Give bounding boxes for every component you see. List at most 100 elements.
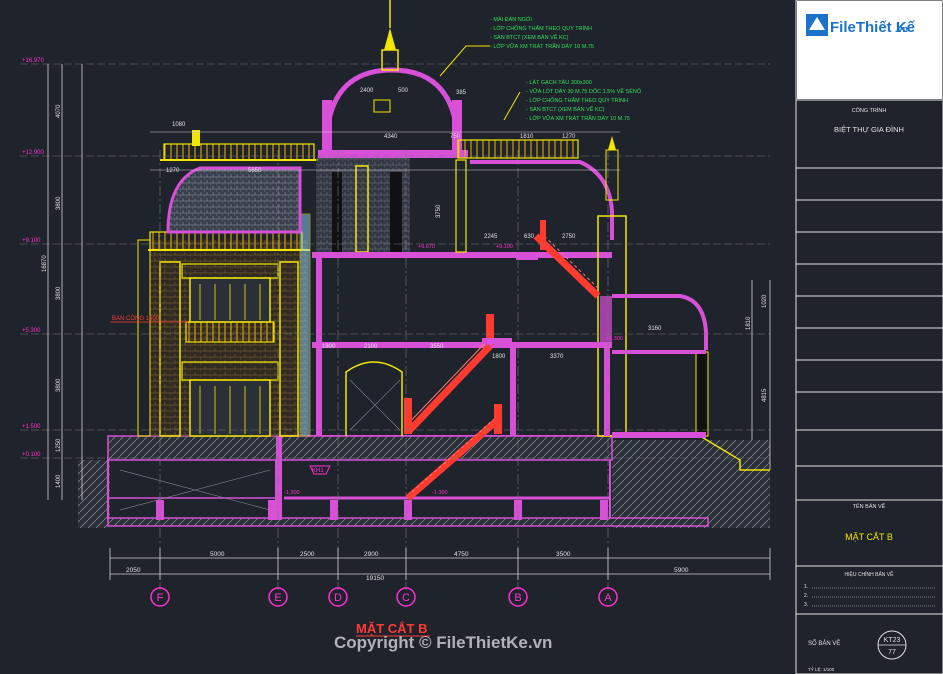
- dim-label: 3750: [436, 204, 442, 218]
- watermark: Copyright © FileThietKe.vn: [334, 633, 552, 652]
- ground-floor-slab: [107, 435, 613, 461]
- dim-label: 2245: [484, 234, 498, 240]
- project-name: BIỆT THỰ GIA ĐÌNH: [834, 125, 904, 134]
- roof-note: - SÀN BTCT (XEM BẢN VẼ KC): [490, 34, 569, 41]
- right-dimensions: 1020 1810 4815: [746, 294, 768, 402]
- logo-domain: .vn: [895, 24, 908, 34]
- dim-label: 4340: [384, 134, 398, 140]
- inner-level: +5.300: [606, 336, 623, 342]
- drawing-label: TÊN BẢN VẼ: [853, 502, 886, 510]
- dim-label: 5900: [674, 567, 689, 574]
- dim-label: 1800: [492, 354, 506, 360]
- level-label: +12.900: [22, 150, 45, 156]
- dim-label: 1810: [746, 316, 752, 330]
- marker-label: KH1: [312, 468, 324, 474]
- dim-label: 1270: [166, 168, 180, 174]
- ground-left: [78, 460, 110, 528]
- roof-notes: - MÁI ĐÁN NGÓI - LỚP CHỐNG THẤM THEO QUY…: [490, 16, 594, 50]
- left-roof: [160, 130, 318, 234]
- revision-label: HIỆU CHỈNH BẢN VẼ: [845, 570, 895, 578]
- dim-label: 3370: [550, 354, 564, 360]
- dim-label: 1400: [56, 474, 62, 488]
- axis-bubble: D: [328, 587, 348, 607]
- dim-label: 16870: [42, 255, 48, 272]
- axis-bubble: F: [150, 587, 170, 607]
- dim-label: 385: [456, 90, 467, 96]
- left-dimensions: 4070 3800 3800 3800 1250 1400 16870: [42, 104, 62, 488]
- level-label: +16.970: [22, 58, 45, 64]
- dim-label: 2500: [300, 551, 315, 558]
- sheet-number: 77: [888, 649, 896, 656]
- axis-label: D: [334, 592, 342, 604]
- bottom-dimensions: 5000 2500 2900 4750 3500 2050 19150 5900: [126, 551, 689, 582]
- revision-line: 2.: [804, 593, 808, 599]
- section-marker: KH1: [309, 465, 331, 475]
- sheet-code: KT23: [884, 637, 901, 644]
- axis-label: B: [514, 592, 521, 604]
- roof-note: - LỚP VỮA XM TRÁT TRẦN DÀY 10 M.75: [490, 43, 594, 50]
- level-label: +1.500: [22, 424, 41, 430]
- axis-bubbles: F E D C B A: [150, 587, 618, 607]
- scale-text: TỶ LỆ: 1/100: [808, 665, 835, 672]
- section-drawing: - MÁI ĐÁN NGÓI - LỚP CHỐNG THẤM THEO QUY…: [20, 0, 943, 674]
- dim-label: 3800: [56, 196, 62, 210]
- dim-label: 3800: [56, 378, 62, 392]
- balcony-note: BAN CÔNG 1500: [112, 315, 160, 322]
- dim-label: 3550: [430, 344, 444, 350]
- dim-label: 19150: [366, 575, 384, 582]
- title-block: FileThiết Kế .vn CÔNG TRÌNH BIỆT THỰ GIA…: [795, 0, 943, 674]
- inner-level: +9.670: [418, 244, 435, 250]
- level-label: +5.300: [22, 328, 41, 334]
- axis-bubble: C: [396, 587, 416, 607]
- dim-label: 1810: [520, 134, 534, 140]
- axis-bubble: B: [508, 587, 528, 607]
- level-label: +0.100: [22, 452, 41, 458]
- floor-note: - LỚP CHỐNG THẤM THEO QUY TRÌNH: [526, 97, 628, 104]
- dim-label: 1080: [172, 122, 186, 128]
- axis-label: C: [402, 592, 410, 604]
- floor-note: - VỮA LÓT DÀY 30 M.75 DỐC 1.5% VỀ SÊNÔ: [526, 87, 642, 95]
- axis-label: E: [274, 592, 281, 604]
- dim-label: 4070: [56, 104, 62, 118]
- sheet-label: SỐ BẢN VẼ: [808, 640, 840, 647]
- dim-label: 2900: [364, 551, 379, 558]
- inner-level: -1.300: [284, 490, 300, 496]
- revision-line: 1.: [804, 584, 808, 590]
- dim-label: 500: [398, 88, 409, 94]
- floor-note: - SÀN BTCT (XEM BẢN VẼ KC): [526, 106, 605, 113]
- dim-label: 3500: [556, 551, 571, 558]
- ground-right: [612, 440, 770, 528]
- dim-label: 2100: [364, 344, 378, 350]
- dim-label: 3160: [648, 326, 662, 332]
- axis-label: F: [157, 592, 164, 604]
- dim-label: 1250: [56, 438, 62, 452]
- dim-label: 4815: [762, 388, 768, 402]
- axis-bubble: E: [268, 587, 288, 607]
- drawing-name: MẶT CẮT B: [845, 532, 893, 542]
- level-label: +9.100: [22, 238, 41, 244]
- revision-line: 3.: [804, 602, 808, 608]
- inner-level: +9.100: [496, 244, 513, 250]
- dim-label: 5650: [248, 168, 262, 174]
- roof-note: - LỚP CHỐNG THẤM THEO QUY TRÌNH: [490, 25, 592, 32]
- floor-note: - LỚP VỮA XM TRÁT TRẦN DÀY 10 M.75: [526, 115, 630, 122]
- floor-notes: - LÁT GẠCH TÀU 300x300 - VỮA LÓT DÀY 30 …: [526, 79, 642, 122]
- dim-label: 1270: [562, 134, 576, 140]
- inner-level: -1.300: [432, 490, 448, 496]
- dim-label: 630: [524, 234, 535, 240]
- dim-label: 2400: [360, 88, 374, 94]
- dim-label: 1020: [762, 294, 768, 308]
- dim-label: 1800: [322, 344, 336, 350]
- dim-label: 2750: [562, 234, 576, 240]
- project-label: CÔNG TRÌNH: [852, 107, 887, 114]
- dim-label: 750: [450, 134, 461, 140]
- axis-label: A: [604, 592, 612, 604]
- left-facade: [137, 213, 311, 437]
- dim-label: 3800: [56, 286, 62, 300]
- dim-label: 5000: [210, 551, 225, 558]
- floor-note: - LÁT GẠCH TÀU 300x300: [526, 79, 592, 86]
- building-section: [20, 0, 771, 590]
- dim-label: 4750: [454, 551, 469, 558]
- dim-label: 2050: [126, 567, 141, 574]
- axis-bubble: A: [598, 587, 618, 607]
